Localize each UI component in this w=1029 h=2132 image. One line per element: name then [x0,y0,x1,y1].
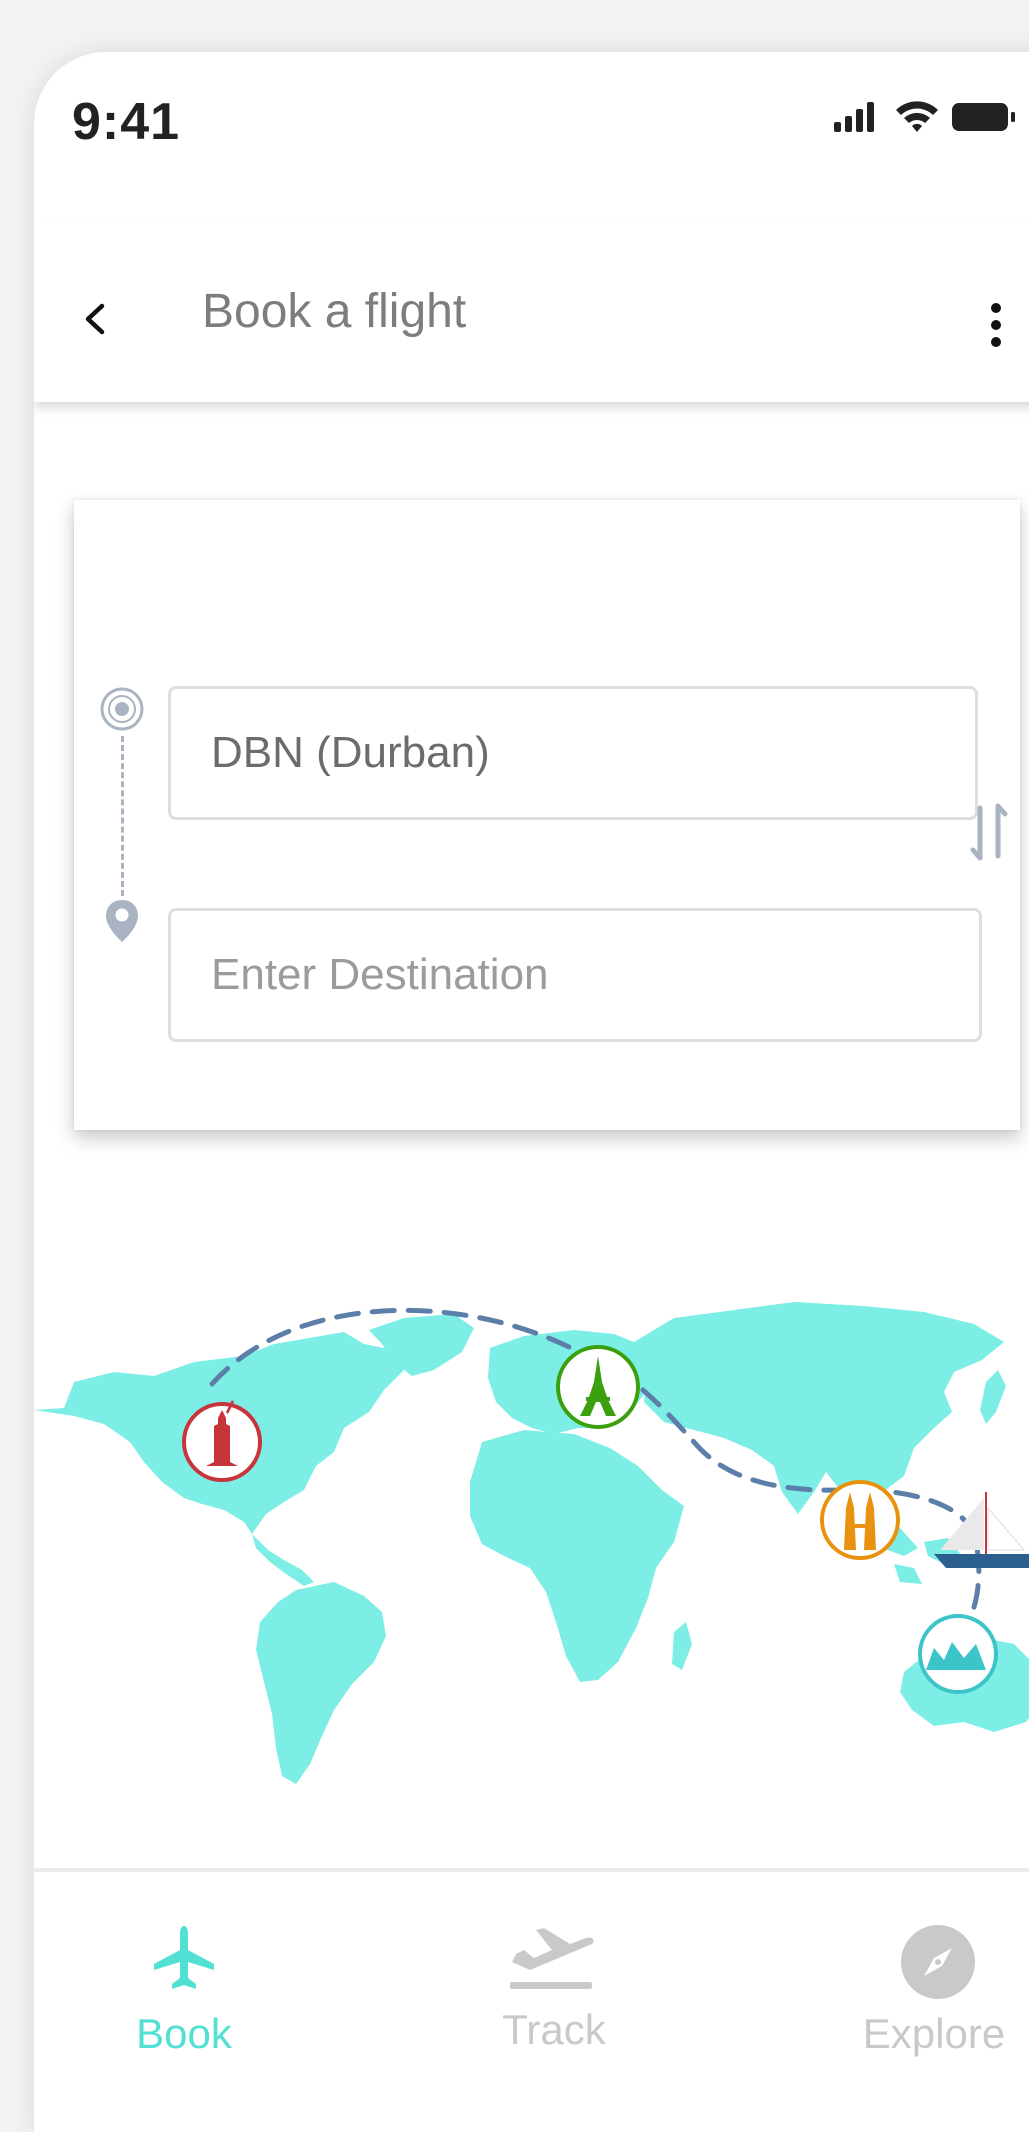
nav-book[interactable]: Book [74,1872,294,2072]
sydney-opera-house-icon [918,1614,998,1694]
more-options-button[interactable] [984,300,1008,350]
destination-input[interactable] [168,908,982,1042]
chevron-left-icon [85,303,105,335]
compass-icon [900,1924,976,2005]
swap-locations-button[interactable] [970,800,1010,864]
app-header: Book a flight [34,222,1029,402]
petronas-towers-icon [820,1480,900,1560]
eiffel-tower-icon [556,1345,640,1429]
status-time: 9:41 [72,93,181,151]
more-vertical-icon [991,303,1001,347]
asia [634,1302,1004,1514]
signal-icon [834,102,874,132]
plane-icon [148,1922,220,1999]
swap-icon [970,803,1008,861]
nav-track-label: Track [502,2006,606,2053]
origin-input[interactable] [168,686,978,820]
nav-book-label: Book [136,2010,232,2057]
battery-icon [952,103,1015,131]
origin-target-icon [98,685,146,733]
status-icons [834,96,1029,136]
japan [980,1370,1006,1424]
page-title: Book a flight [202,285,467,338]
phone-screen: 9:41 Book a flight DBN (Durban) Enter De… [34,52,1029,2132]
nav-track[interactable]: Track [444,1872,664,2072]
bottom-navigation: Book Track Explore [34,1868,1029,2132]
destination-pin-icon [104,898,140,944]
madagascar [672,1622,692,1670]
south-america [256,1582,386,1784]
central-america [252,1534,314,1586]
departure-icon [506,1924,596,1999]
flight-search-card [74,500,1020,1130]
route-connector-line [121,736,124,896]
nav-explore-label: Explore [862,2010,1006,2057]
africa [470,1430,684,1682]
world-map-illustration [34,1252,1029,1812]
nav-explore[interactable]: Explore [814,1872,1029,2072]
wifi-icon [896,101,938,132]
sailboat-icon [934,1492,1029,1568]
back-button[interactable] [76,294,116,344]
